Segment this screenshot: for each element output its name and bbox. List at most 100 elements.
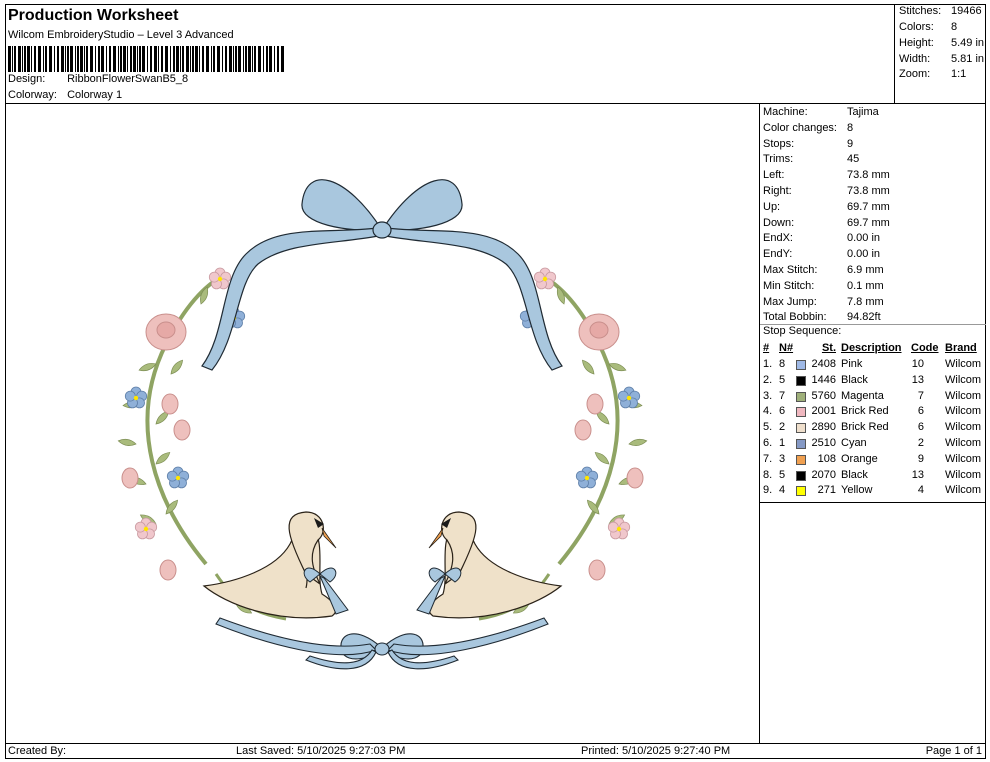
barcode-bar (213, 46, 215, 72)
barcode-bar (161, 46, 163, 72)
stop-code: 9 (917, 452, 924, 465)
barcode-bar (211, 46, 212, 72)
summary-zoom: Zoom: 1:1 (899, 68, 967, 80)
stop-needle: 3 (779, 452, 786, 465)
barcode-bar (233, 46, 234, 72)
barcode-bar (281, 46, 284, 72)
info-divider (760, 324, 986, 325)
stop-stitches: 108 (817, 452, 836, 465)
stop-description: Black (841, 468, 868, 481)
machine-info-value: 73.8 mm (847, 169, 890, 182)
barcode-bar (170, 46, 171, 72)
stop-stitches: 2408 (811, 358, 836, 370)
stop-brand: Wilcom (945, 437, 982, 449)
barcode-bar (254, 46, 256, 72)
barcode-bar (266, 46, 268, 72)
barcode-bar (130, 46, 132, 72)
barcode-image (8, 46, 284, 72)
machine-info-value: 69.7 mm (847, 216, 890, 229)
stop-needle: 6 (779, 405, 786, 418)
stop-stitches: 271 (817, 484, 836, 497)
barcode-bar (222, 46, 223, 72)
design-value: RibbonFlowerSwanB5_8 (67, 73, 189, 85)
machine-info-row: EndY: 0.00 in (763, 248, 880, 264)
barcode-bar (98, 46, 100, 72)
thread-color-swatch (796, 486, 806, 497)
barcode-bar (8, 46, 11, 72)
machine-info-label: Machine: (763, 106, 808, 118)
summary-stitches: Stitches: 19466 (899, 5, 982, 17)
barcode-bar (258, 46, 261, 72)
stop-index: 1. (763, 358, 773, 370)
stop-code: 2 (917, 437, 924, 449)
stop-sequence-row: 8. 5 2070 Black 13 Wilcom (760, 469, 986, 485)
stop-description: Yellow (841, 484, 873, 497)
barcode-bar (252, 46, 253, 72)
barcode-bar (38, 46, 41, 72)
barcode-bar (65, 46, 66, 72)
machine-info-row: Trims: 45 (763, 153, 859, 169)
barcode-bar (54, 46, 55, 72)
stop-sequence-row: 6. 1 2510 Cyan 2 Wilcom (760, 437, 986, 453)
stop-brand: Wilcom (945, 373, 982, 386)
machine-info-label: Max Jump: (763, 295, 817, 308)
barcode-bar (137, 46, 138, 72)
machine-info-row: Right: 73.8 mm (763, 185, 890, 201)
stop-sequence-row: 1. 8 2408 Pink 10 Wilcom (760, 358, 986, 374)
stop-description: Magenta (841, 389, 884, 402)
barcode-bar (57, 46, 59, 72)
stop-needle: 4 (779, 484, 786, 497)
thread-color-swatch (796, 375, 806, 386)
stop-description: Brick Red (841, 421, 889, 434)
barcode-bar (139, 46, 141, 72)
stop-index: 3. (763, 389, 773, 402)
barcode-bar (127, 46, 128, 72)
stop-brand: Wilcom (945, 468, 982, 481)
summary-panel: Stitches: 19466 Colors: 8 Height: 5.49 in W… (894, 4, 986, 103)
stop-sequence-row: 3. 7 5760 Magenta 7 Wilcom (760, 390, 986, 406)
stop-code: 13 (911, 373, 924, 386)
software-name: Wilcom EmbroideryStudio – Level 3 Advanc… (8, 29, 234, 41)
design-name-row: Design: RibbonFlowerSwanB5_8 (8, 73, 188, 85)
barcode-bar (225, 46, 227, 72)
stop-sequence-row: 9. 4 271 Yellow 4 Wilcom (760, 484, 986, 500)
barcode-bar (49, 46, 52, 72)
stop-brand: Wilcom (945, 452, 982, 465)
barcode-bar (263, 46, 264, 72)
stop-stitches: 2890 (811, 421, 836, 434)
barcode-bar (120, 46, 122, 72)
barcode-bar (86, 46, 88, 72)
thread-color-swatch (796, 454, 806, 465)
machine-info-value: 7.8 mm (847, 295, 884, 308)
barcode-bar (217, 46, 220, 72)
stop-index: 9. (763, 484, 773, 497)
stop-code: 4 (917, 484, 924, 497)
machine-info-value: 8 (847, 121, 854, 134)
stop-needle: 7 (779, 389, 786, 402)
stop-stitches: 2070 (811, 468, 836, 481)
barcode-bar (61, 46, 64, 72)
barcode-bar (147, 46, 148, 72)
barcode-bar (158, 46, 159, 72)
barcode-bar (70, 46, 73, 72)
colorway-row: Colorway: Colorway 1 (8, 89, 122, 101)
stop-code: 13 (911, 468, 924, 481)
stop-index: 2. (763, 373, 773, 386)
stop-needle: 8 (779, 358, 786, 370)
machine-info-label: Total Bobbin: (763, 311, 827, 324)
barcode-bar (12, 46, 13, 72)
machine-info-row: Machine: Tajima (763, 106, 879, 122)
machine-info-label: EndX: (763, 232, 793, 245)
barcode-bar (109, 46, 111, 72)
summary-width: Width: 5.81 in (899, 53, 985, 65)
machine-info-row: Left: 73.8 mm (763, 169, 890, 185)
machine-info-value: 6.9 mm (847, 264, 884, 276)
stop-index: 8. (763, 468, 773, 481)
barcode-bar (75, 46, 76, 72)
machine-info-row: Max Stitch: 6.9 mm (763, 264, 884, 280)
barcode-bar (195, 46, 198, 72)
colorway-label: Colorway: (8, 89, 57, 101)
stop-index: 5. (763, 421, 773, 434)
stop-needle: 2 (779, 421, 786, 434)
barcode-bar (154, 46, 157, 72)
